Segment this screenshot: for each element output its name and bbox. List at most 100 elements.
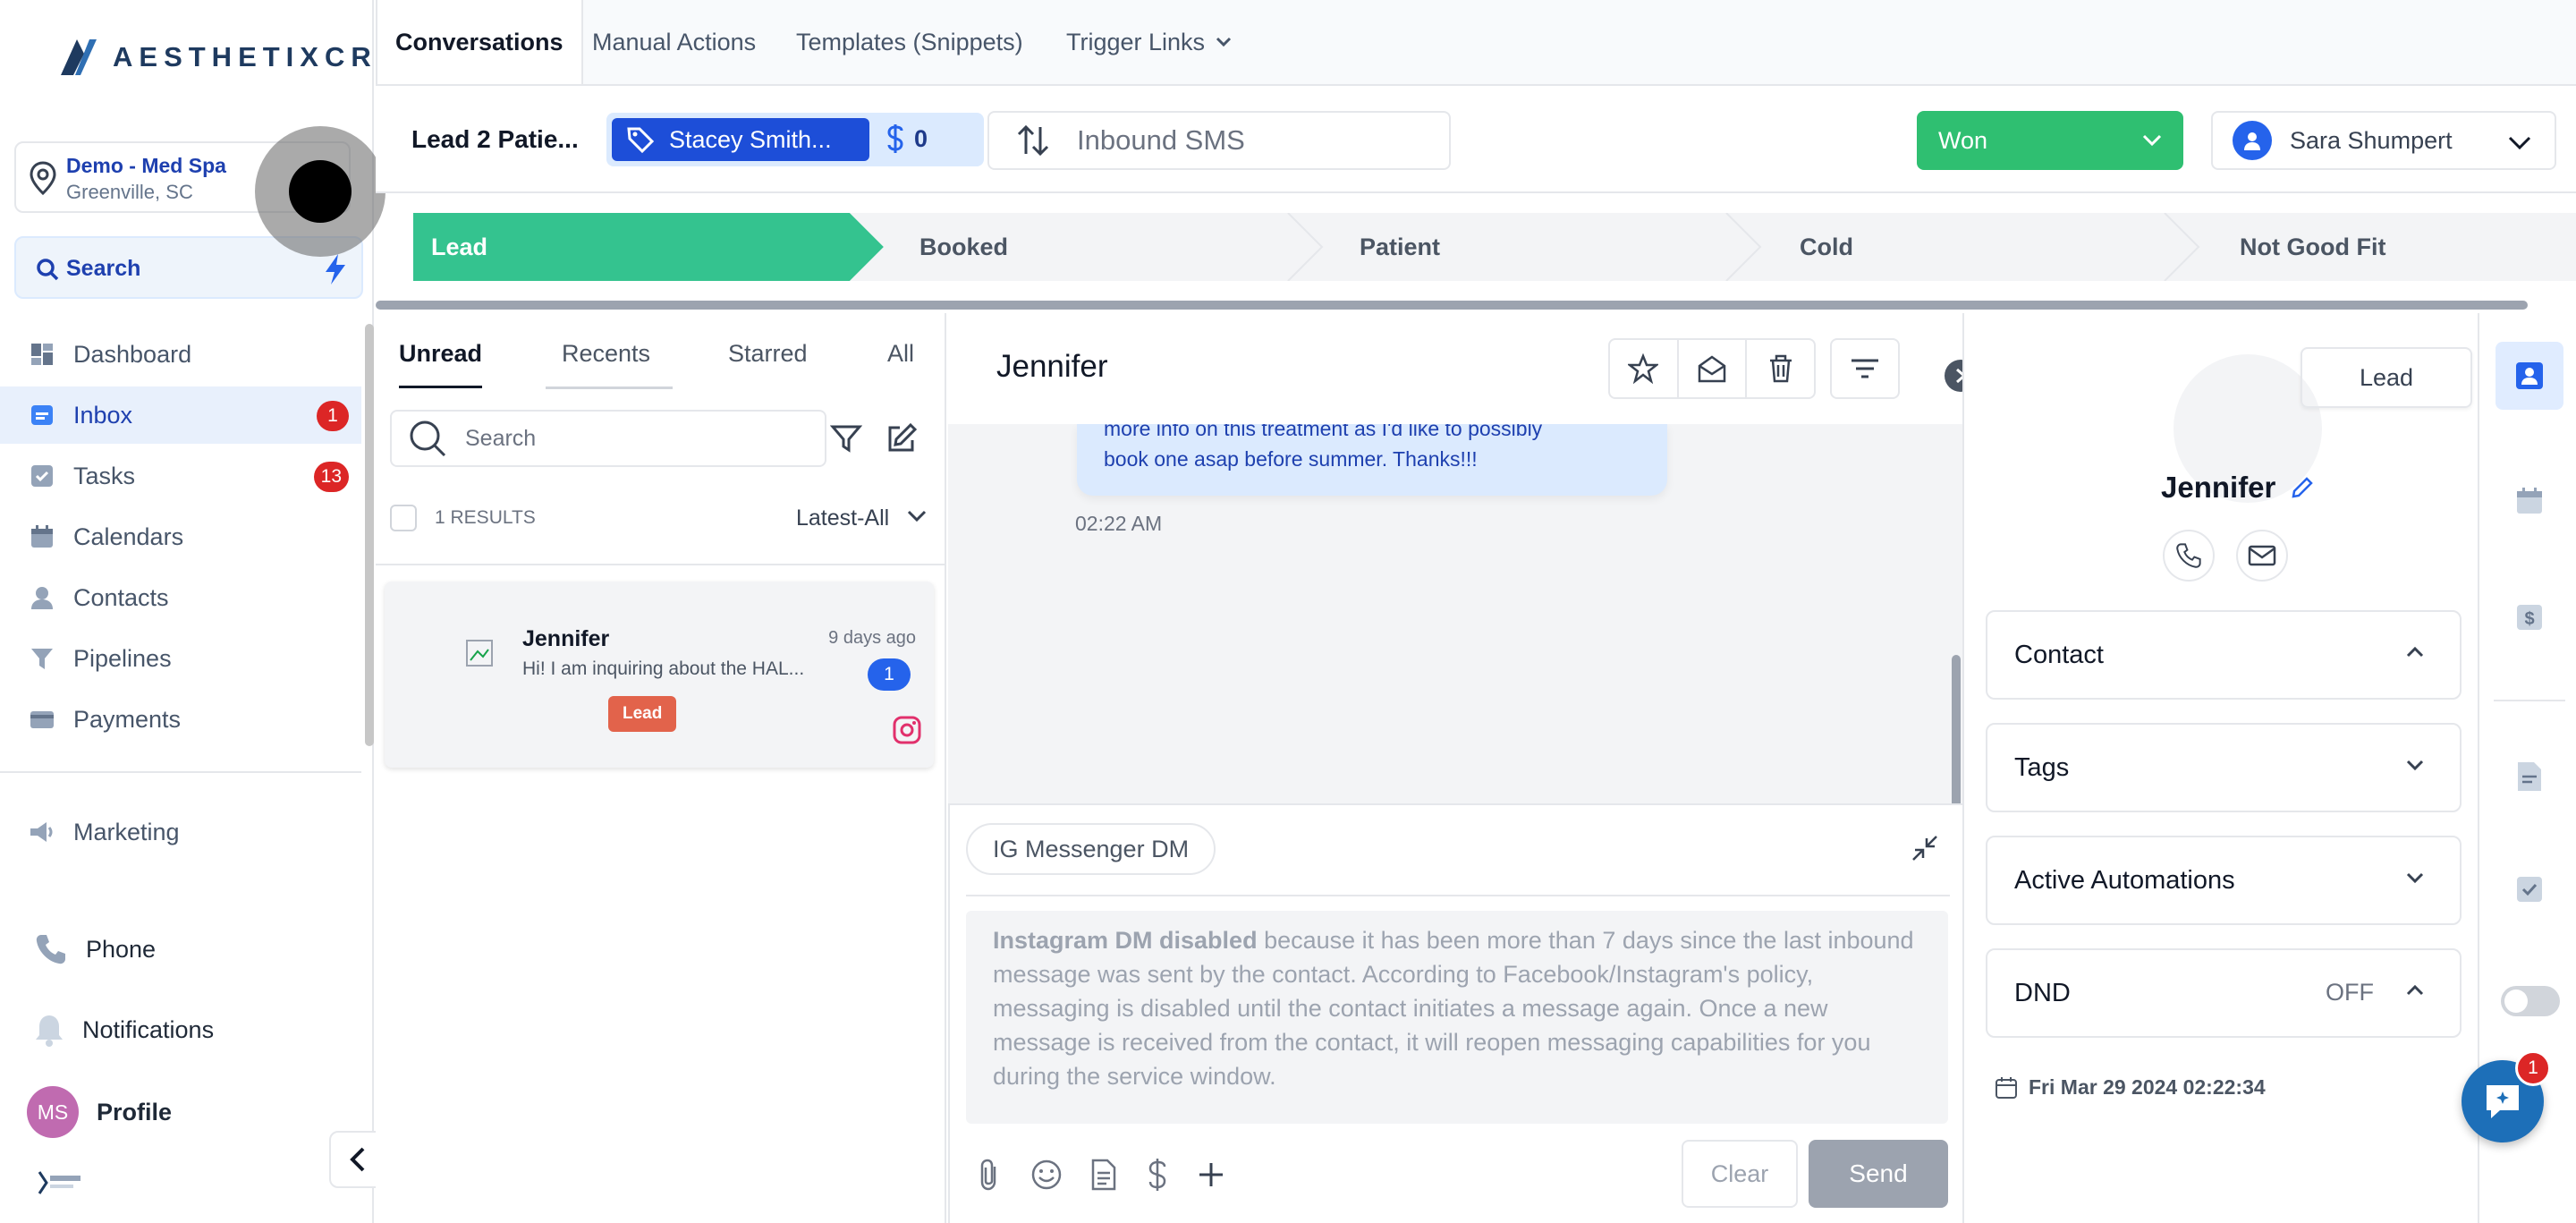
select-all-checkbox[interactable] bbox=[390, 505, 417, 531]
tab-recents[interactable]: Recents bbox=[562, 340, 650, 386]
opportunity-name-chip[interactable]: Stacey Smith... bbox=[612, 118, 869, 161]
lead-stage-button[interactable]: Lead bbox=[2301, 347, 2472, 408]
sidebar-profile[interactable]: MS Profile bbox=[27, 1086, 172, 1138]
dm-disabled-title: Instagram DM disabled bbox=[993, 927, 1258, 954]
profile-label: Profile bbox=[97, 1098, 173, 1125]
opportunity-value[interactable]: 0 bbox=[886, 123, 928, 154]
composer-toolbar bbox=[975, 1158, 1225, 1192]
document-icon[interactable] bbox=[1089, 1159, 1118, 1191]
email-button[interactable] bbox=[2236, 530, 2288, 582]
rail-toggle[interactable] bbox=[2501, 986, 2560, 1016]
sidebar-item-label: Calendars bbox=[73, 522, 184, 550]
pencil-icon[interactable] bbox=[2292, 477, 2314, 498]
pipeline-name[interactable]: Lead 2 Patie... bbox=[411, 125, 579, 154]
sidebar-item-pipelines[interactable]: Pipelines bbox=[0, 630, 361, 687]
list-item[interactable]: Jennifer Hi! I am inquiring about the HA… bbox=[385, 582, 934, 768]
mark-read-button[interactable] bbox=[1679, 340, 1748, 397]
sidebar-item-marketing[interactable]: Marketing bbox=[0, 803, 361, 861]
section-contact[interactable]: Contact bbox=[1986, 610, 2462, 700]
compose-icon[interactable] bbox=[886, 422, 918, 454]
sidebar-phone[interactable]: Phone bbox=[34, 932, 156, 966]
delete-button[interactable] bbox=[1747, 340, 1814, 397]
section-dnd[interactable]: DND OFF bbox=[1986, 948, 2462, 1038]
channel-selector[interactable]: Inbound SMS bbox=[987, 111, 1451, 170]
sort-dropdown[interactable]: Latest-All bbox=[796, 505, 889, 531]
tab-trigger-links[interactable]: Trigger Links bbox=[1066, 0, 1232, 84]
sidebar-item-contacts[interactable]: Contacts bbox=[0, 569, 361, 626]
app-logo[interactable]: AESTHETIXCRM bbox=[57, 36, 407, 79]
stage-patient[interactable]: Patient bbox=[1360, 213, 1440, 281]
tab-templates[interactable]: Templates (Snippets) bbox=[796, 0, 1023, 84]
created-date-row: Fri Mar 29 2024 02:22:34 bbox=[1995, 1075, 2266, 1100]
sidebar-item-label: Tasks bbox=[73, 462, 136, 489]
checkbox-icon bbox=[2517, 877, 2542, 902]
cursor-indicator bbox=[255, 126, 386, 257]
sidebar-notifications[interactable]: Notifications bbox=[34, 1013, 214, 1047]
results-count: 1 RESULTS bbox=[435, 507, 536, 528]
sidebar-scrollbar[interactable] bbox=[365, 324, 374, 746]
sidebar-item-inbox[interactable]: Inbox 1 bbox=[0, 386, 361, 444]
opportunity-amount: 0 bbox=[914, 124, 928, 152]
phone-label: Phone bbox=[86, 935, 157, 963]
tab-starred[interactable]: Starred bbox=[728, 340, 808, 386]
horizontal-scrollbar[interactable] bbox=[376, 301, 2528, 310]
stage-not-good-fit[interactable]: Not Good Fit bbox=[2240, 213, 2385, 281]
sidebar-item-tasks[interactable]: Tasks 13 bbox=[0, 447, 361, 505]
attachment-icon[interactable] bbox=[975, 1158, 1004, 1192]
sidebar-item-payments[interactable]: Payments bbox=[0, 691, 361, 748]
emoji-icon[interactable] bbox=[1030, 1159, 1063, 1191]
plus-icon[interactable] bbox=[1197, 1160, 1225, 1189]
minimize-icon[interactable] bbox=[1911, 834, 1939, 862]
stage-cold[interactable]: Cold bbox=[1800, 213, 1853, 281]
rail-contact-button[interactable] bbox=[2496, 342, 2563, 410]
tag-icon bbox=[627, 127, 655, 154]
sort-arrows-icon bbox=[1017, 124, 1049, 157]
stage-lead[interactable]: Lead bbox=[431, 213, 487, 281]
sidebar-item-calendars[interactable]: Calendars bbox=[0, 508, 361, 565]
conversation-search[interactable]: Search bbox=[390, 410, 826, 467]
lightning-icon[interactable] bbox=[320, 252, 351, 286]
owner-dropdown[interactable]: Sara Shumpert bbox=[2211, 111, 2556, 170]
sidebar-item-label: Inbox bbox=[73, 401, 133, 429]
rail-calendar-button[interactable] bbox=[2496, 467, 2563, 535]
chevron-down-icon bbox=[2508, 136, 2531, 150]
section-tags[interactable]: Tags bbox=[1986, 723, 2462, 812]
star-button[interactable] bbox=[1610, 340, 1679, 397]
rail-notes-button[interactable] bbox=[2496, 743, 2563, 811]
opportunity-tag[interactable]: Stacey Smith... 0 bbox=[606, 113, 984, 166]
tab-unread[interactable]: Unread bbox=[399, 340, 483, 388]
star-icon bbox=[1628, 353, 1659, 384]
filter-lines-icon bbox=[1852, 359, 1878, 378]
clear-button[interactable]: Clear bbox=[1682, 1140, 1798, 1208]
tasks-badge: 13 bbox=[313, 462, 349, 492]
contacts-icon bbox=[29, 584, 55, 611]
tasks-icon bbox=[29, 463, 55, 489]
tab-underline bbox=[546, 386, 673, 389]
status-dropdown[interactable]: Won bbox=[1917, 111, 2183, 170]
left-sidebar: AESTHETIXCRM Demo - Med Spa Greenville, … bbox=[0, 0, 401, 1223]
stage-booked[interactable]: Booked bbox=[919, 213, 1008, 281]
chevron-down-icon[interactable] bbox=[907, 510, 927, 522]
search-placeholder: Search bbox=[465, 425, 537, 451]
channel-value: Inbound SMS bbox=[1077, 124, 1245, 156]
lead-tag: Lead bbox=[608, 696, 677, 732]
search-label: Search bbox=[66, 256, 141, 281]
notifications-label: Notifications bbox=[82, 1015, 215, 1043]
rail-tasks-button[interactable] bbox=[2496, 855, 2563, 923]
send-button[interactable]: Send bbox=[1809, 1140, 1948, 1208]
tab-all[interactable]: All bbox=[887, 340, 914, 386]
call-button[interactable] bbox=[2163, 530, 2215, 582]
section-active-automations[interactable]: Active Automations bbox=[1986, 836, 2462, 925]
filter-icon[interactable] bbox=[830, 422, 862, 454]
section-title: DND bbox=[2014, 978, 2071, 1007]
sidebar-item-dashboard[interactable]: Dashboard bbox=[0, 326, 361, 383]
broken-image-icon bbox=[466, 640, 493, 667]
channel-pill[interactable]: IG Messenger DM bbox=[966, 823, 1216, 875]
tab-manual-actions[interactable]: Manual Actions bbox=[592, 0, 756, 84]
rail-payments-button[interactable]: $ bbox=[2496, 583, 2563, 651]
message-filter-button[interactable] bbox=[1830, 338, 1900, 399]
tab-conversations[interactable]: Conversations bbox=[376, 0, 583, 84]
dollar-icon[interactable] bbox=[1145, 1158, 1170, 1192]
phone-icon bbox=[2176, 543, 2201, 568]
message-line: book one asap before summer. Thanks!!! bbox=[1104, 447, 1478, 471]
